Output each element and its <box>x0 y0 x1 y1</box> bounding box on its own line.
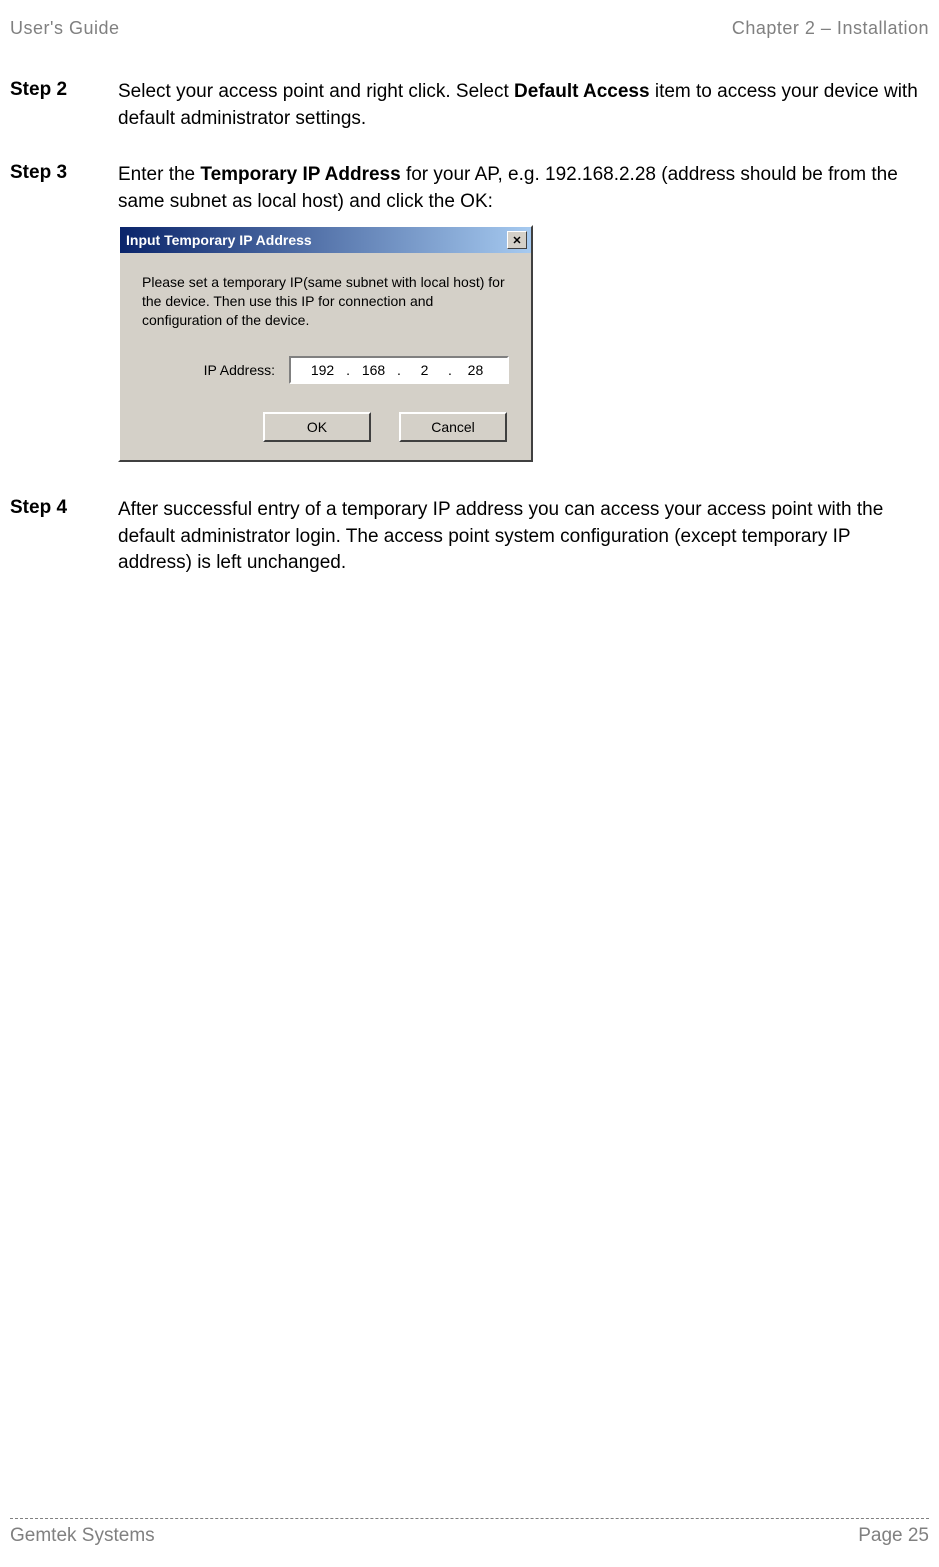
step-4-label: Step 4 <box>10 497 118 577</box>
step-2-content: Select your access point and right click… <box>118 79 929 132</box>
dialog-container: Input Temporary IP Address ✕ Please set … <box>118 225 929 462</box>
step-3-label: Step 3 <box>10 162 118 215</box>
step-3-text-before: Enter the <box>118 164 200 185</box>
cancel-button[interactable]: Cancel <box>399 412 507 442</box>
footer-divider <box>10 1518 929 1519</box>
page-header: User's Guide Chapter 2 – Installation <box>0 0 939 39</box>
step-4-block: Step 4 After successful entry of a tempo… <box>10 497 929 577</box>
close-button[interactable]: ✕ <box>507 231 527 249</box>
step-3-content: Enter the Temporary IP Address for your … <box>118 162 929 215</box>
ip-seg-3: 2 <box>403 362 446 378</box>
step-3-bold: Temporary IP Address <box>200 164 400 185</box>
ip-dot: . <box>446 362 454 378</box>
header-right: Chapter 2 – Installation <box>732 18 929 39</box>
step-2-text-before: Select your access point and right click… <box>118 81 514 102</box>
step-2-bold: Default Access <box>514 81 650 102</box>
ip-seg-2: 168 <box>352 362 395 378</box>
cancel-button-label: Cancel <box>431 419 475 435</box>
ip-seg-4: 28 <box>454 362 497 378</box>
footer-right: Page 25 <box>858 1525 929 1547</box>
ip-address-input[interactable]: 192 . 168 . 2 . 28 <box>289 356 509 384</box>
ip-seg-1: 192 <box>301 362 344 378</box>
step-2-label: Step 2 <box>10 79 118 132</box>
header-left: User's Guide <box>10 18 119 39</box>
ip-dot: . <box>395 362 403 378</box>
ok-button[interactable]: OK <box>263 412 371 442</box>
dialog-body: Please set a temporary IP(same subnet wi… <box>120 253 531 460</box>
dialog-button-row: OK Cancel <box>142 412 509 442</box>
step-3-block: Step 3 Enter the Temporary IP Address fo… <box>10 162 929 215</box>
close-icon: ✕ <box>512 234 521 247</box>
ip-row: IP Address: 192 . 168 . 2 . 28 <box>142 356 509 384</box>
step-4-content: After successful entry of a temporary IP… <box>118 497 929 577</box>
ip-address-label: IP Address: <box>204 362 275 378</box>
dialog-instruction: Please set a temporary IP(same subnet wi… <box>142 273 509 330</box>
ip-dialog: Input Temporary IP Address ✕ Please set … <box>118 225 533 462</box>
footer-left: Gemtek Systems <box>10 1525 155 1547</box>
dialog-title: Input Temporary IP Address <box>126 232 312 248</box>
ok-button-label: OK <box>307 419 327 435</box>
dialog-titlebar: Input Temporary IP Address ✕ <box>120 227 531 253</box>
main-content: Step 2 Select your access point and righ… <box>0 39 939 577</box>
step-2-block: Step 2 Select your access point and righ… <box>10 79 929 132</box>
page-footer: Gemtek Systems Page 25 <box>0 1518 939 1547</box>
ip-dot: . <box>344 362 352 378</box>
